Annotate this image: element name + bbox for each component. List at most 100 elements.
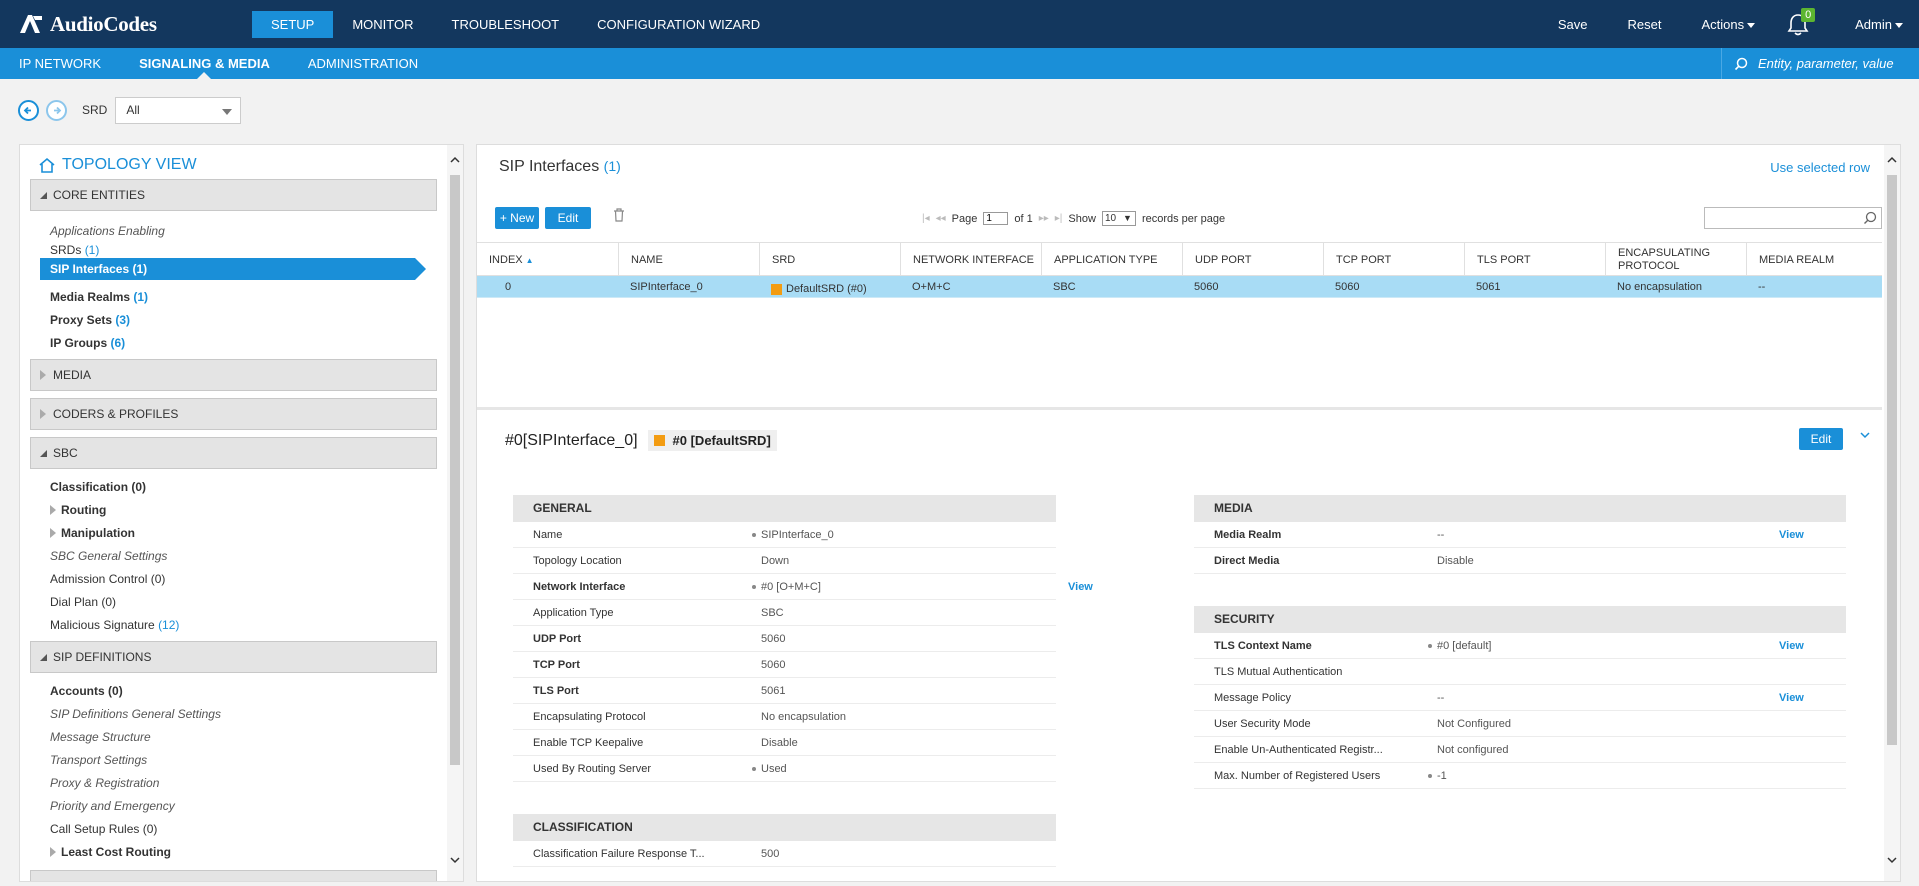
- topology-scrollbar[interactable]: [447, 145, 463, 881]
- reset-button[interactable]: Reset: [1608, 17, 1682, 32]
- col-application-type[interactable]: APPLICATION TYPE: [1041, 243, 1182, 277]
- save-button[interactable]: Save: [1538, 17, 1608, 32]
- global-search-input[interactable]: [1758, 56, 1908, 71]
- main-nav-setup[interactable]: SETUP: [252, 11, 334, 38]
- field-label: Used By Routing Server: [533, 763, 651, 775]
- nav-malicious-signature[interactable]: Malicious Signature (12): [50, 616, 179, 634]
- chevron-down-icon[interactable]: [1887, 855, 1897, 865]
- general-row: Network Interface #0 [O+M+C] View: [513, 574, 1093, 600]
- back-button[interactable]: [18, 99, 39, 121]
- col-media-realm[interactable]: MEDIA REALM: [1746, 243, 1882, 277]
- col-index[interactable]: INDEX ▲: [477, 243, 618, 277]
- records-per-page-select[interactable]: 10 ▼: [1101, 211, 1136, 226]
- nav-routing[interactable]: Routing: [50, 501, 106, 519]
- view-network-interface-link[interactable]: View: [1068, 574, 1093, 600]
- sub-nav-administration[interactable]: ADMINISTRATION: [289, 48, 437, 79]
- search-icon[interactable]: [1863, 211, 1877, 225]
- edit-button[interactable]: Edit: [545, 207, 591, 229]
- section-sbc[interactable]: SBC: [30, 437, 437, 469]
- col-tls-port[interactable]: TLS PORT: [1464, 243, 1605, 277]
- nav-label: Routing: [61, 503, 107, 517]
- field-value: 5061: [761, 685, 786, 697]
- main-nav-configuration-wizard[interactable]: CONFIGURATION WIZARD: [578, 11, 779, 38]
- col-udp-port[interactable]: UDP PORT: [1182, 243, 1323, 277]
- table-search[interactable]: [1704, 207, 1882, 229]
- field-value: #0 [O+M+C]: [761, 581, 821, 593]
- col-network-interface[interactable]: NETWORK INTERFACE: [900, 243, 1041, 277]
- next-page-icon[interactable]: ▸▸: [1039, 213, 1049, 224]
- chevron-down-icon[interactable]: [450, 855, 460, 865]
- forward-button[interactable]: [46, 99, 67, 121]
- nav-sip-interfaces[interactable]: SIP Interfaces (1): [40, 258, 426, 280]
- nav-classification[interactable]: Classification (0): [50, 478, 146, 496]
- user-menu[interactable]: Admin: [1835, 17, 1919, 32]
- nav-proxy-registration[interactable]: Proxy & Registration: [50, 774, 159, 792]
- nav-dial-plan[interactable]: Dial Plan (0): [50, 593, 116, 611]
- chevron-up-icon[interactable]: [1887, 155, 1897, 165]
- sub-nav-ip-network[interactable]: IP NETWORK: [0, 48, 120, 79]
- view-media-realm-link[interactable]: View: [1779, 522, 1804, 548]
- nav-call-setup-rules[interactable]: Call Setup Rules (0): [50, 820, 157, 838]
- bullet-icon: [752, 533, 756, 537]
- nav-media-realms[interactable]: Media Realms (1): [50, 288, 148, 306]
- col-srd[interactable]: SRD: [759, 243, 900, 277]
- notifications-button[interactable]: 0: [1785, 8, 1816, 39]
- view-tls-context-link[interactable]: View: [1779, 633, 1804, 659]
- col-encapsulating-protocol[interactable]: ENCAPSULATING PROTOCOL: [1605, 243, 1746, 277]
- scrollbar-thumb[interactable]: [450, 175, 460, 765]
- section-collapsed-next[interactable]: [30, 870, 437, 881]
- chevron-down-icon[interactable]: [1860, 430, 1870, 440]
- use-selected-row-link[interactable]: Use selected row: [1770, 160, 1870, 175]
- nav-message-structure[interactable]: Message Structure: [50, 728, 151, 746]
- nav-accounts[interactable]: Accounts (0): [50, 682, 123, 700]
- nav-sip-definitions-general-settings[interactable]: SIP Definitions General Settings: [50, 705, 221, 723]
- nav-priority-emergency[interactable]: Priority and Emergency: [50, 797, 175, 815]
- col-tcp-port[interactable]: TCP PORT: [1323, 243, 1464, 277]
- classification-card: CLASSIFICATION Classification Failure Re…: [513, 814, 1056, 867]
- table-row[interactable]: 0 SIPInterface_0 DefaultSRD (#0) O+M+C S…: [477, 276, 1882, 298]
- detail-edit-button[interactable]: Edit: [1799, 428, 1843, 450]
- security-row: Enable Un-Authenticated Registr... Not co…: [1194, 737, 1846, 763]
- nav-applications-enabling[interactable]: Applications Enabling: [50, 222, 165, 240]
- search-icon[interactable]: [1734, 57, 1748, 71]
- first-page-icon[interactable]: |◂: [922, 213, 930, 224]
- section-sip-definitions[interactable]: SIP DEFINITIONS: [30, 641, 437, 673]
- nav-admission-control[interactable]: Admission Control (0): [50, 570, 165, 588]
- main-nav-troubleshoot[interactable]: TROUBLESHOOT: [433, 11, 579, 38]
- nav-srds[interactable]: SRDs (1): [50, 241, 99, 259]
- nav-least-cost-routing[interactable]: Least Cost Routing: [50, 843, 171, 861]
- prev-page-icon[interactable]: ◂◂: [936, 213, 946, 224]
- col-name[interactable]: NAME: [618, 243, 759, 277]
- new-button[interactable]: + New: [495, 207, 539, 229]
- sub-nav-signaling-media[interactable]: SIGNALING & MEDIA: [120, 48, 289, 79]
- trash-icon[interactable]: [613, 208, 625, 222]
- nav-transport-settings[interactable]: Transport Settings: [50, 751, 147, 769]
- section-core-entities[interactable]: CORE ENTITIES: [30, 179, 437, 211]
- page-number-input[interactable]: [983, 212, 1009, 225]
- nav-proxy-sets[interactable]: Proxy Sets (3): [50, 311, 130, 329]
- topology-view-link[interactable]: TOPOLOGY VIEW: [38, 156, 197, 174]
- section-media[interactable]: MEDIA: [30, 359, 437, 391]
- classification-row: Classification Failure Response T... 500: [513, 841, 1056, 867]
- nav-count: (6): [110, 336, 126, 350]
- panel-divider[interactable]: [477, 407, 1882, 410]
- last-page-icon[interactable]: ▸|: [1055, 213, 1063, 224]
- main-scrollbar[interactable]: [1884, 145, 1900, 881]
- field-label: TLS Mutual Authentication: [1214, 666, 1343, 678]
- field-label: Message Policy: [1214, 692, 1292, 704]
- nav-manipulation[interactable]: Manipulation: [50, 524, 135, 542]
- nav-sbc-general-settings[interactable]: SBC General Settings: [50, 547, 167, 565]
- main-nav-monitor[interactable]: MONITOR: [333, 11, 432, 38]
- chevron-up-icon[interactable]: [450, 155, 460, 165]
- view-message-policy-link[interactable]: View: [1779, 685, 1804, 711]
- field-label: TCP Port: [533, 659, 580, 671]
- nav-ip-groups[interactable]: IP Groups (6): [50, 334, 125, 352]
- brand-logo[interactable]: AudioCodes: [18, 12, 157, 36]
- page-label: Page: [951, 212, 978, 225]
- scrollbar-thumb[interactable]: [1887, 175, 1897, 745]
- section-coders-profiles[interactable]: CODERS & PROFILES: [30, 398, 437, 430]
- sort-asc-icon: ▲: [525, 255, 534, 265]
- chevron-down-icon: [222, 108, 233, 115]
- actions-menu[interactable]: Actions: [1682, 17, 1776, 32]
- srd-select[interactable]: All: [115, 96, 242, 124]
